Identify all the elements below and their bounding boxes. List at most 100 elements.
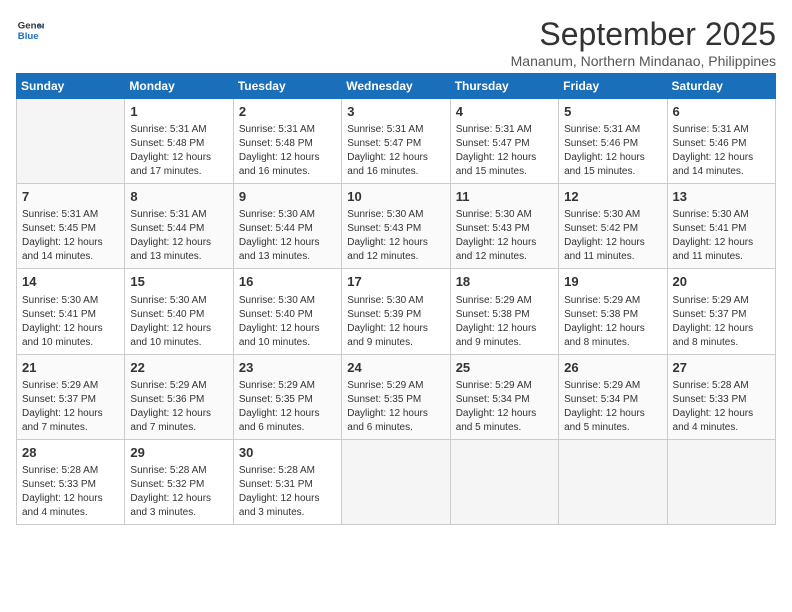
table-row: 30 Sunrise: 5:28 AMSunset: 5:31 PMDayligh… [233, 439, 341, 524]
table-row: 1 Sunrise: 5:31 AMSunset: 5:48 PMDaylight… [125, 99, 233, 184]
table-row: 2 Sunrise: 5:31 AMSunset: 5:48 PMDaylight… [233, 99, 341, 184]
table-row: 8 Sunrise: 5:31 AMSunset: 5:44 PMDaylight… [125, 184, 233, 269]
table-row: 5 Sunrise: 5:31 AMSunset: 5:46 PMDaylight… [559, 99, 667, 184]
table-row: 9 Sunrise: 5:30 AMSunset: 5:44 PMDaylight… [233, 184, 341, 269]
day-info: Sunrise: 5:30 AMSunset: 5:44 PMDaylight:… [239, 208, 336, 264]
day-number: 24 [347, 359, 444, 377]
day-number: 3 [347, 103, 444, 121]
day-number: 2 [239, 103, 336, 121]
day-info: Sunrise: 5:31 AMSunset: 5:44 PMDaylight:… [130, 208, 227, 264]
day-info: Sunrise: 5:30 AMSunset: 5:41 PMDaylight:… [673, 208, 770, 264]
week-row-1: 1 Sunrise: 5:31 AMSunset: 5:48 PMDaylight… [17, 99, 776, 184]
table-row [667, 439, 775, 524]
day-number: 4 [456, 103, 553, 121]
day-number: 15 [130, 273, 227, 291]
table-row [17, 99, 125, 184]
header-thursday: Thursday [450, 74, 558, 99]
day-number: 14 [22, 273, 119, 291]
table-row: 25Sunrise: 5:29 AMSunset: 5:34 PMDayligh… [450, 354, 558, 439]
page-header: General Blue September 2025 Mananum, Nor… [16, 16, 776, 69]
day-info: Sunrise: 5:29 AMSunset: 5:35 PMDaylight:… [347, 379, 444, 435]
day-info: Sunrise: 5:30 AMSunset: 5:40 PMDaylight:… [130, 294, 227, 350]
day-info: Sunrise: 5:30 AMSunset: 5:43 PMDaylight:… [456, 208, 553, 264]
day-info: Sunrise: 5:31 AMSunset: 5:46 PMDaylight:… [564, 123, 661, 179]
day-info: Sunrise: 5:31 AMSunset: 5:48 PMDaylight:… [130, 123, 227, 179]
table-row: 16 Sunrise: 5:30 AMSunset: 5:40 PMDayligh… [233, 269, 341, 354]
day-info: Sunrise: 5:30 AMSunset: 5:39 PMDaylight:… [347, 294, 444, 350]
weekday-header-row: Sunday Monday Tuesday Wednesday Thursday… [17, 74, 776, 99]
day-info: Sunrise: 5:31 AMSunset: 5:48 PMDaylight:… [239, 123, 336, 179]
day-number: 6 [673, 103, 770, 121]
table-row: 14 Sunrise: 5:30 AMSunset: 5:41 PMDayligh… [17, 269, 125, 354]
week-row-3: 14 Sunrise: 5:30 AMSunset: 5:41 PMDayligh… [17, 269, 776, 354]
calendar-subtitle: Mananum, Northern Mindanao, Philippines [511, 53, 776, 69]
day-number: 13 [673, 188, 770, 206]
day-number: 21 [22, 359, 119, 377]
table-row: 10 Sunrise: 5:30 AMSunset: 5:43 PMDayligh… [342, 184, 450, 269]
day-number: 1 [130, 103, 227, 121]
table-row: 19 Sunrise: 5:29 AMSunset: 5:38 PMDayligh… [559, 269, 667, 354]
day-number: 30 [239, 444, 336, 462]
day-info: Sunrise: 5:31 AMSunset: 5:47 PMDaylight:… [347, 123, 444, 179]
table-row: 4Sunrise: 5:31 AMSunset: 5:47 PMDaylight… [450, 99, 558, 184]
day-info: Sunrise: 5:29 AMSunset: 5:37 PMDaylight:… [22, 379, 119, 435]
day-info: Sunrise: 5:31 AMSunset: 5:46 PMDaylight:… [673, 123, 770, 179]
calendar-table: Sunday Monday Tuesday Wednesday Thursday… [16, 73, 776, 525]
header-tuesday: Tuesday [233, 74, 341, 99]
table-row [559, 439, 667, 524]
day-info: Sunrise: 5:29 AMSunset: 5:38 PMDaylight:… [564, 294, 661, 350]
day-number: 10 [347, 188, 444, 206]
day-number: 29 [130, 444, 227, 462]
day-info: Sunrise: 5:31 AMSunset: 5:45 PMDaylight:… [22, 208, 119, 264]
day-info: Sunrise: 5:30 AMSunset: 5:41 PMDaylight:… [22, 294, 119, 350]
table-row [450, 439, 558, 524]
table-row: 27 Sunrise: 5:28 AMSunset: 5:33 PMDayligh… [667, 354, 775, 439]
day-info: Sunrise: 5:28 AMSunset: 5:33 PMDaylight:… [22, 464, 119, 520]
week-row-2: 7Sunrise: 5:31 AMSunset: 5:45 PMDaylight… [17, 184, 776, 269]
logo: General Blue [16, 16, 44, 44]
day-number: 19 [564, 273, 661, 291]
table-row: 22 Sunrise: 5:29 AMSunset: 5:36 PMDayligh… [125, 354, 233, 439]
table-row: 21 Sunrise: 5:29 AMSunset: 5:37 PMDayligh… [17, 354, 125, 439]
day-info: Sunrise: 5:28 AMSunset: 5:31 PMDaylight:… [239, 464, 336, 520]
table-row: 7Sunrise: 5:31 AMSunset: 5:45 PMDaylight… [17, 184, 125, 269]
week-row-4: 21 Sunrise: 5:29 AMSunset: 5:37 PMDayligh… [17, 354, 776, 439]
header-monday: Monday [125, 74, 233, 99]
table-row: 6 Sunrise: 5:31 AMSunset: 5:46 PMDaylight… [667, 99, 775, 184]
day-number: 9 [239, 188, 336, 206]
header-friday: Friday [559, 74, 667, 99]
table-row: 24 Sunrise: 5:29 AMSunset: 5:35 PMDayligh… [342, 354, 450, 439]
day-number: 22 [130, 359, 227, 377]
table-row: 28 Sunrise: 5:28 AMSunset: 5:33 PMDayligh… [17, 439, 125, 524]
day-info: Sunrise: 5:29 AMSunset: 5:34 PMDaylight:… [564, 379, 661, 435]
day-number: 16 [239, 273, 336, 291]
week-row-5: 28 Sunrise: 5:28 AMSunset: 5:33 PMDayligh… [17, 439, 776, 524]
table-row [342, 439, 450, 524]
day-info: Sunrise: 5:29 AMSunset: 5:35 PMDaylight:… [239, 379, 336, 435]
day-number: 23 [239, 359, 336, 377]
day-number: 17 [347, 273, 444, 291]
day-info: Sunrise: 5:29 AMSunset: 5:36 PMDaylight:… [130, 379, 227, 435]
table-row: 20Sunrise: 5:29 AMSunset: 5:37 PMDayligh… [667, 269, 775, 354]
table-row: 15 Sunrise: 5:30 AMSunset: 5:40 PMDayligh… [125, 269, 233, 354]
day-info: Sunrise: 5:30 AMSunset: 5:43 PMDaylight:… [347, 208, 444, 264]
day-number: 28 [22, 444, 119, 462]
svg-text:Blue: Blue [18, 31, 39, 42]
table-row: 17 Sunrise: 5:30 AMSunset: 5:39 PMDayligh… [342, 269, 450, 354]
day-info: Sunrise: 5:30 AMSunset: 5:40 PMDaylight:… [239, 294, 336, 350]
day-info: Sunrise: 5:30 AMSunset: 5:42 PMDaylight:… [564, 208, 661, 264]
header-saturday: Saturday [667, 74, 775, 99]
header-wednesday: Wednesday [342, 74, 450, 99]
table-row: 23 Sunrise: 5:29 AMSunset: 5:35 PMDayligh… [233, 354, 341, 439]
day-number: 27 [673, 359, 770, 377]
day-info: Sunrise: 5:28 AMSunset: 5:33 PMDaylight:… [673, 379, 770, 435]
day-number: 26 [564, 359, 661, 377]
day-number: 5 [564, 103, 661, 121]
day-number: 25 [456, 359, 553, 377]
table-row: 13 Sunrise: 5:30 AMSunset: 5:41 PMDayligh… [667, 184, 775, 269]
table-row: 26 Sunrise: 5:29 AMSunset: 5:34 PMDayligh… [559, 354, 667, 439]
day-number: 8 [130, 188, 227, 206]
day-info: Sunrise: 5:29 AMSunset: 5:38 PMDaylight:… [456, 294, 553, 350]
table-row: 18Sunrise: 5:29 AMSunset: 5:38 PMDayligh… [450, 269, 558, 354]
table-row: 11Sunrise: 5:30 AMSunset: 5:43 PMDayligh… [450, 184, 558, 269]
